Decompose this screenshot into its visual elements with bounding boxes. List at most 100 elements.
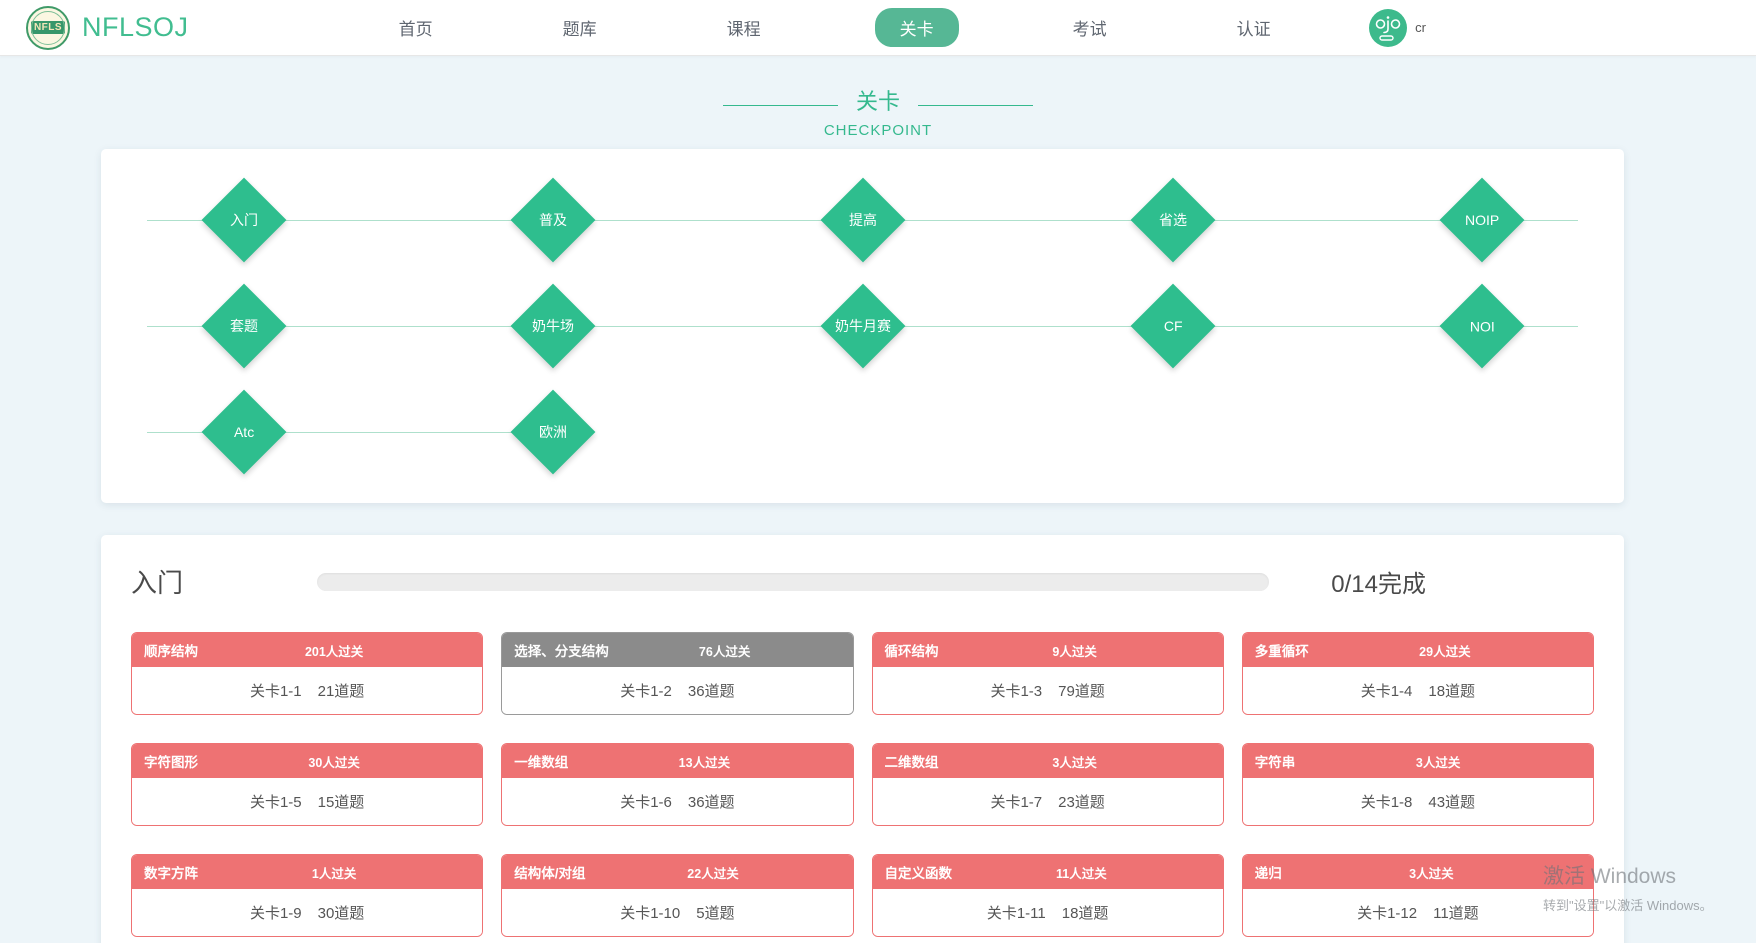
diamond-shape: 奶牛月赛 [820, 284, 905, 369]
card-problem-count: 79道题 [1058, 680, 1105, 701]
card-body: 关卡1-515道题 [132, 778, 482, 825]
map-row-2: 套题 奶牛场 奶牛月赛 CF NOI [101, 273, 1624, 379]
checkpoint-node-tigao[interactable]: 提高 [833, 190, 893, 250]
card-header: 循环结构9人过关 [873, 633, 1223, 667]
card-stage: 关卡1-1 [250, 680, 302, 701]
section-title: 入门 [131, 563, 221, 600]
checkpoint-card-1-2[interactable]: 选择、分支结构76人过关 关卡1-236道题 [501, 632, 853, 715]
card-problem-count: 23道题 [1058, 791, 1105, 812]
page-title: 关卡 [856, 84, 900, 116]
card-stage: 关卡1-11 [987, 902, 1046, 923]
checkpoint-map-panel: 入门 普及 提高 省选 NOIP 套题 奶牛场 奶牛月赛 CF NOI Atc … [101, 149, 1624, 503]
brand[interactable]: NFLS NFLSOJ [0, 6, 300, 50]
card-problem-count: 36道题 [688, 680, 735, 701]
card-header: 字符串3人过关 [1243, 744, 1593, 778]
diamond-shape: NOI [1440, 284, 1525, 369]
checkpoint-card-1-8[interactable]: 字符串3人过关 关卡1-8 43道题 [1242, 743, 1594, 826]
checkpoint-card-1-11[interactable]: 自定义函数11人过关 关卡1-11 18道题 [872, 854, 1224, 937]
nav-item-certify[interactable]: 认证 [1172, 15, 1336, 40]
card-problem-count: 21道题 [318, 680, 365, 701]
progress-bar [317, 573, 1269, 591]
user-area: cr [1369, 9, 1756, 47]
diamond-shape: 套题 [202, 284, 287, 369]
card-problem-count: 18道题 [1062, 902, 1109, 923]
username: cr [1415, 20, 1426, 35]
nav-item-exams[interactable]: 考试 [1008, 15, 1172, 40]
checkpoint-card-1-3[interactable]: 循环结构9人过关 关卡1-3 79道题 [872, 632, 1224, 715]
card-header: 数字方阵1人过关 [132, 855, 482, 889]
checkpoint-card-1-7[interactable]: 二维数组3人过关 关卡1-7 23道题 [872, 743, 1224, 826]
card-header: 顺序结构201人过关 [132, 633, 482, 667]
card-body: 关卡1-10 5道题 [502, 889, 852, 936]
card-stage: 关卡1-12 [1357, 902, 1417, 923]
checkpoint-node-shengxuan[interactable]: 省选 [1143, 190, 1203, 250]
diamond-shape: 欧洲 [511, 390, 596, 475]
card-stage: 关卡1-3 [990, 680, 1042, 701]
checkpoint-card-1-4[interactable]: 多重循环29人过关 关卡1-418道题 [1242, 632, 1594, 715]
brand-title: NFLSOJ [82, 12, 189, 43]
checkpoint-card-1-5[interactable]: 字符图形30人过关 关卡1-515道题 [131, 743, 483, 826]
nav-item-checkpoint[interactable]: 关卡 [875, 8, 959, 47]
nav-item-courses[interactable]: 课程 [662, 15, 826, 40]
diamond-shape: 普及 [511, 178, 596, 263]
nav-item-home[interactable]: 首页 [334, 15, 498, 40]
checkpoint-node-taoti[interactable]: 套题 [214, 296, 274, 356]
checkpoint-node-noip[interactable]: NOIP [1452, 190, 1512, 250]
card-header: 多重循环29人过关 [1243, 633, 1593, 667]
diamond-shape: CF [1131, 284, 1216, 369]
card-problem-count: 5道题 [696, 902, 734, 923]
checkpoint-card-1-1[interactable]: 顺序结构201人过关 关卡1-1 21道题 [131, 632, 483, 715]
page-subtitle: CHECKPOINT [0, 122, 1756, 139]
card-header: 自定义函数11人过关 [873, 855, 1223, 889]
card-problem-count: 36道题 [688, 791, 735, 812]
checkpoint-card-1-10[interactable]: 结构体/对组22人过关 关卡1-10 5道题 [501, 854, 853, 937]
checkpoint-card-1-9[interactable]: 数字方阵1人过关 关卡1-9 30道题 [131, 854, 483, 937]
checkpoint-node-noi[interactable]: NOI [1452, 296, 1512, 356]
card-problem-count: 11道题 [1433, 902, 1479, 923]
diamond-shape: NOIP [1440, 178, 1525, 263]
checkpoint-node-puji[interactable]: 普及 [523, 190, 583, 250]
checkpoint-card-1-6[interactable]: 一维数组13人过关 关卡1-636道题 [501, 743, 853, 826]
checkpoint-node-ouzhou[interactable]: 欧洲 [523, 402, 583, 462]
card-body: 关卡1-1 21道题 [132, 667, 482, 714]
card-body: 关卡1-12 11道题 [1243, 889, 1593, 936]
card-header: 结构体/对组22人过关 [502, 855, 852, 889]
diamond-shape: 奶牛场 [511, 284, 596, 369]
card-problem-count: 30道题 [318, 902, 365, 923]
card-body: 关卡1-7 23道题 [873, 778, 1223, 825]
checkpoint-node-atc[interactable]: Atc [214, 402, 274, 462]
checkpoint-node-rumen[interactable]: 入门 [214, 190, 274, 250]
card-body: 关卡1-9 30道题 [132, 889, 482, 936]
card-header: 二维数组3人过关 [873, 744, 1223, 778]
page-header: 关卡 CHECKPOINT [0, 84, 1756, 139]
checkpoint-list-panel: 入门 0/14完成 顺序结构201人过关 关卡1-121道题 选择、分支结构76… [101, 535, 1624, 943]
checkpoint-card-grid: 顺序结构201人过关 关卡1-121道题 选择、分支结构76人过关 关卡1-23… [131, 632, 1594, 937]
nav-item-problems[interactable]: 题库 [498, 15, 662, 40]
card-stage: 关卡1-7 [990, 791, 1042, 812]
card-header: 一维数组13人过关 [502, 744, 852, 778]
progress-label: 0/14完成 [1331, 564, 1426, 599]
card-problem-count: 18道题 [1428, 680, 1475, 701]
card-stage: 关卡1-10 [620, 902, 680, 923]
robot-face-icon [1369, 9, 1407, 47]
checkpoint-node-nainiuyuesai[interactable]: 奶牛月赛 [833, 296, 893, 356]
title-divider-left [723, 105, 838, 106]
card-problem-count: 43道题 [1428, 791, 1475, 812]
checkpoint-node-cf[interactable]: CF [1143, 296, 1203, 356]
card-stage: 关卡1-2 [620, 680, 672, 701]
card-stage: 关卡1-8 [1361, 791, 1413, 812]
navbar: NFLS NFLSOJ 首页 题库 课程 关卡 考试 认证 cr [0, 0, 1756, 56]
card-body: 关卡1-8 43道题 [1243, 778, 1593, 825]
card-header: 字符图形30人过关 [132, 744, 482, 778]
card-body: 关卡1-636道题 [502, 778, 852, 825]
user-avatar[interactable] [1369, 9, 1407, 47]
checkpoint-node-nainiuchang[interactable]: 奶牛场 [523, 296, 583, 356]
card-body: 关卡1-3 79道题 [873, 667, 1223, 714]
section-header: 入门 0/14完成 [131, 563, 1594, 600]
checkpoint-card-1-12[interactable]: 递归3人过关 关卡1-1211道题 [1242, 854, 1594, 937]
diamond-shape: 提高 [820, 178, 905, 263]
diamond-shape: 入门 [202, 178, 287, 263]
card-stage: 关卡1-9 [250, 902, 302, 923]
title-divider-right [918, 105, 1033, 106]
card-stage: 关卡1-5 [250, 791, 302, 812]
